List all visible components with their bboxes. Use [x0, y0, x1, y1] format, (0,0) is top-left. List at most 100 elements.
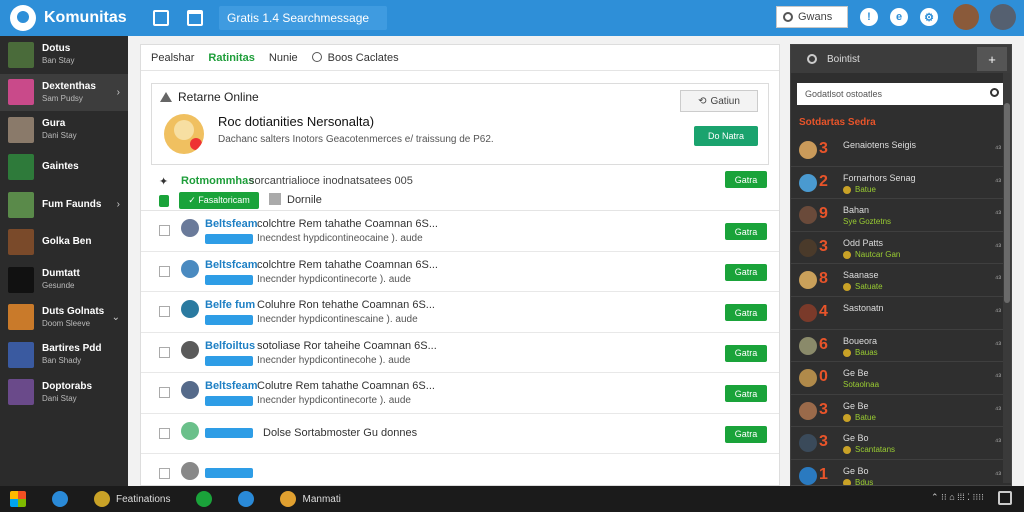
chevron-icon[interactable]: ⌄ [112, 312, 120, 323]
sidebar-item[interactable]: Bartires Pdd Ban Shady [0, 336, 128, 374]
right-search-input[interactable]: Godatlsot ostoatles [797, 83, 1005, 105]
row-checkbox[interactable] [159, 225, 170, 236]
player-status: Nautcar Gan [855, 249, 901, 259]
tab[interactable]: Ratinitas [208, 52, 254, 64]
card-avatar [164, 114, 204, 154]
card-heading: Retarne Online [178, 90, 259, 104]
scrollbar[interactable] [1003, 73, 1011, 483]
leaderboard-row[interactable]: 3 Genaiotens Seigis ⁴³ [791, 134, 1011, 167]
section-title: Rotmommhas [181, 175, 255, 187]
window-icon[interactable] [153, 10, 169, 26]
row-username[interactable]: Beltsfeam [205, 380, 258, 392]
address-bar[interactable]: Gratis 1.4 Searchmessage [219, 6, 387, 30]
leaderboard-row[interactable]: 1 Ge Bo Bdus ⁴³ [791, 460, 1011, 486]
help-icon[interactable]: ! [860, 8, 878, 26]
list-item: Beltsfcam colchtre Rem tahathe Coamnan 6S… [141, 252, 779, 292]
rank-number: 3 [819, 140, 828, 157]
player-status: Batue [855, 184, 876, 194]
start-button[interactable] [10, 491, 26, 507]
app-logo[interactable]: Komunitas [10, 5, 135, 31]
settings-icon[interactable]: ⚙ [920, 8, 938, 26]
leaderboard-row[interactable]: 8 Saanase Satuate ⁴³ [791, 264, 1011, 297]
search-button[interactable]: Gwans [776, 6, 848, 28]
leaderboard-row[interactable]: 3 Odd Patts Nautcar Gan ⁴³ [791, 232, 1011, 265]
sidebar-item-text: Doptorabs Dani Stay [42, 381, 92, 404]
refresh-button[interactable]: Gatiun [680, 90, 758, 112]
row-username[interactable]: Beltsfeam [205, 218, 258, 230]
leaderboard-row[interactable]: 9 Bahan Sye Goztetns ⁴³ [791, 199, 1011, 232]
sidebar-item[interactable]: Dextenthas Sam Pudsy › [0, 73, 128, 111]
row-action-button[interactable]: Gatra [725, 223, 767, 240]
leaderboard-row[interactable]: 3 Ge Bo Scantatans ⁴³ [791, 427, 1011, 460]
row-checkbox[interactable] [159, 387, 170, 398]
leaderboard-title: Sotdartas Sedra [799, 117, 876, 128]
player-avatar [799, 434, 817, 453]
sidebar-item[interactable]: Golka Ben [0, 224, 128, 262]
taskbar-app-label[interactable]: Manmati [302, 494, 340, 505]
sidebar-item-text: Bartires Pdd Ban Shady [42, 343, 101, 366]
leaderboard-row[interactable]: 4 Sastonatn ⁴³ [791, 297, 1011, 330]
sidebar-item[interactable]: Gura Dani Stay [0, 111, 128, 149]
row-checkbox[interactable] [159, 427, 170, 439]
player-name: Ge Bo [843, 465, 869, 476]
taskbar-app-icon[interactable] [238, 491, 255, 507]
system-tray[interactable]: ⌃ ⁝⁝ ⌂ ⁞⁞⁞ ⁚ ⁝⁝⁝⁝ [931, 492, 984, 503]
confirm-button[interactable]: ✓ Fasaltoricam [179, 192, 259, 209]
profile-avatar[interactable] [990, 4, 1016, 30]
row-checkbox[interactable] [159, 265, 170, 277]
edge-icon[interactable]: e [890, 8, 908, 26]
sidebar-item[interactable]: Gaintes [0, 149, 128, 187]
leaderboard-row[interactable]: 6 Boueora Bauas ⁴³ [791, 330, 1011, 363]
player-status: Bdus [855, 477, 874, 486]
row-checkbox[interactable] [159, 306, 170, 317]
row-username[interactable]: Beltsfcam [205, 259, 258, 271]
taskbar-app-icon[interactable] [94, 491, 110, 507]
leaderboard-row[interactable]: 3 Ge Be Batue ⁴³ [791, 395, 1011, 428]
sidebar-item-label: Dumtatt [42, 268, 80, 280]
row-action-button[interactable]: Gatra [725, 344, 767, 362]
tab-label: Boos Caclates [327, 51, 399, 64]
tab[interactable]: Boos Caclates [311, 51, 399, 64]
notification-icon[interactable] [998, 491, 1012, 505]
sidebar-item[interactable]: Doptorabs Dani Stay [0, 374, 128, 412]
row-action-button[interactable]: Gatra [725, 385, 767, 402]
sidebar-item[interactable]: Dotus Ban Stay [0, 36, 128, 74]
taskbar-app-icon[interactable] [196, 491, 213, 507]
search-icon [783, 12, 793, 22]
section-action-button[interactable]: Gatra [725, 171, 767, 188]
sidebar-item-text: Golka Ben [42, 236, 91, 248]
chevron-icon[interactable]: › [117, 199, 120, 210]
row-checkbox[interactable] [159, 468, 170, 479]
row-action-button[interactable]: Gatra [725, 304, 767, 321]
taskbar-app-icon[interactable] [52, 491, 68, 507]
tab-label: Ratinitas [208, 51, 255, 64]
right-panel: Bointist + Godatlsot ostoatles Sotdartas… [790, 44, 1012, 486]
row-username[interactable]: Belfe fum [205, 299, 255, 311]
sidebar-thumbnail [8, 116, 34, 143]
sidebar-item[interactable]: Duts Golnats Doom Sleeve ⌄ [0, 299, 128, 337]
sidebar-item[interactable]: Dumtatt Gesunde [0, 261, 128, 299]
tab[interactable]: Pealshar [151, 52, 194, 64]
chevron-icon[interactable]: › [117, 87, 120, 98]
taskbar-app-icon[interactable] [280, 491, 297, 507]
taskbar-app-label[interactable]: Featinations [116, 494, 170, 505]
sidebar: Dotus Ban Stay Dextenthas Sam Pudsy › Gura Dan… [0, 36, 128, 486]
row-checkbox[interactable] [159, 346, 170, 358]
tab[interactable]: Nunie [269, 52, 298, 64]
add-button[interactable]: + [977, 47, 1007, 71]
user-avatar[interactable] [953, 4, 979, 30]
player-name: Boueora [843, 335, 878, 346]
card-primary-button[interactable]: Do Natra [694, 126, 758, 146]
sidebar-item[interactable]: Fum Faunds › [0, 186, 128, 224]
row-action-button[interactable]: Gatra [725, 263, 767, 281]
user-avatar [181, 462, 199, 480]
player-name: Genaiotens Seigis [843, 140, 917, 150]
leaderboard-row[interactable]: 2 Fornarhors Senag Batue ⁴³ [791, 167, 1011, 200]
browser-icon[interactable] [187, 10, 203, 26]
edit-icon[interactable] [269, 193, 281, 205]
player-avatar [799, 401, 817, 420]
row-username[interactable]: Belfoiltus [205, 340, 255, 352]
row-action-button[interactable]: Gatra [725, 425, 767, 443]
leaderboard-row[interactable]: 0 Ge Be Sotaolnaa ⁴³ [791, 362, 1011, 395]
row-subtext: Inecnder hypdicontinecorte ). aude [257, 273, 411, 285]
